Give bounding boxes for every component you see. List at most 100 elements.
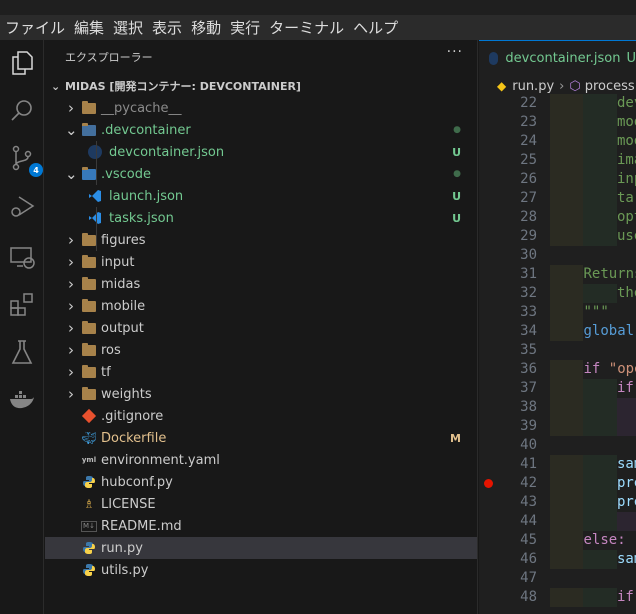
chevron-down-icon[interactable]: ⌄ xyxy=(65,121,78,139)
tree-file[interactable]: run.py xyxy=(45,537,477,559)
folder-icon xyxy=(81,254,97,269)
tree-file[interactable]: 🐳︎ Dockerfile M xyxy=(45,427,477,449)
indent-highlight xyxy=(550,322,583,341)
remote-explorer-icon[interactable] xyxy=(7,243,37,273)
menu-item[interactable]: 表示 xyxy=(152,17,182,38)
more-actions-icon[interactable]: ··· xyxy=(447,44,463,60)
line-number: 45 xyxy=(520,532,537,548)
tree-folder[interactable]: › output xyxy=(45,317,477,339)
tree-folder[interactable]: › weights xyxy=(45,383,477,405)
tree-item-label: output xyxy=(101,320,144,336)
tree-folder[interactable]: › tf xyxy=(45,361,477,383)
chevron-right-icon[interactable]: › xyxy=(65,253,77,271)
menu-item[interactable]: 移動 xyxy=(191,17,221,38)
tree-file[interactable]: tasks.json U xyxy=(45,207,477,229)
chevron-right-icon[interactable]: › xyxy=(65,385,77,403)
chevron-right-icon[interactable]: › xyxy=(65,341,77,359)
indent-highlight xyxy=(550,94,583,113)
tree-file[interactable]: yml environment.yaml xyxy=(45,449,477,471)
folder-icon xyxy=(81,320,97,335)
line-number: 48 xyxy=(520,589,537,605)
tree-file[interactable]: .gitignore xyxy=(45,405,477,427)
tree-folder[interactable]: › midas xyxy=(45,273,477,295)
chevron-down-icon[interactable]: ⌄ xyxy=(65,165,78,183)
line-number: 28 xyxy=(520,209,537,225)
source-control-icon[interactable]: 4 xyxy=(7,143,43,177)
chevron-right-icon[interactable]: › xyxy=(65,319,77,337)
indent-highlight xyxy=(583,113,617,132)
chevron-right-icon[interactable]: › xyxy=(65,231,77,249)
indent-highlight xyxy=(550,398,583,417)
workspace-root[interactable]: ⌄ MIDAS [開発コンテナー: DEVCONTAINER] xyxy=(45,75,477,97)
indent-highlight xyxy=(550,379,583,398)
tree-folder[interactable]: › mobile xyxy=(45,295,477,317)
menu-item[interactable]: ファイル xyxy=(5,17,65,38)
workspace-root-label: MIDAS [開発コンテナー: DEVCONTAINER] xyxy=(65,80,301,93)
line-number: 44 xyxy=(520,513,537,529)
breadcrumb-file[interactable]: run.py xyxy=(512,79,554,94)
tree-folder[interactable]: ⌄ .vscode ● xyxy=(45,163,477,185)
line-number: 38 xyxy=(520,399,537,415)
menu-item[interactable]: ターミナル xyxy=(269,17,344,38)
code-line: 46 sam xyxy=(479,550,636,569)
folder-icon xyxy=(81,298,97,313)
docker-icon[interactable] xyxy=(7,385,37,415)
code-line: 25 ima xyxy=(479,151,636,170)
code-line: 43 pre xyxy=(479,493,636,512)
breadcrumb-symbol[interactable]: process xyxy=(585,79,635,94)
line-number: 47 xyxy=(520,570,537,586)
chevron-right-icon[interactable]: › xyxy=(65,275,77,293)
chevron-right-icon[interactable]: › xyxy=(65,297,77,315)
code-text: """ xyxy=(583,304,609,320)
menu-item[interactable]: 実行 xyxy=(230,17,260,38)
indent-highlight xyxy=(550,550,583,569)
tree-file[interactable]: launch.json U xyxy=(45,185,477,207)
tree-item-label: environment.yaml xyxy=(101,452,220,468)
tree-item-label: hubconf.py xyxy=(101,474,173,490)
menu-item[interactable]: 編集 xyxy=(74,17,104,38)
python-icon xyxy=(81,475,97,489)
indent-highlight xyxy=(550,284,583,303)
chevron-right-icon[interactable]: › xyxy=(65,99,77,117)
indent-highlight xyxy=(617,512,636,531)
folder-icon xyxy=(81,386,97,401)
explorer-icon[interactable] xyxy=(7,48,37,78)
code-line: 22 dev xyxy=(479,94,636,113)
code-text: opt xyxy=(617,209,636,225)
code-line: 47 xyxy=(479,569,636,588)
tree-file[interactable]: utils.py xyxy=(45,559,477,581)
indent-highlight xyxy=(550,493,583,512)
run-debug-icon[interactable] xyxy=(7,192,37,222)
code-line: 23 mod xyxy=(479,113,636,132)
tree-folder[interactable]: › ros xyxy=(45,339,477,361)
devcontainer-folder-icon xyxy=(81,122,97,137)
line-number: 40 xyxy=(520,437,537,453)
code-line: 32 the xyxy=(479,284,636,303)
python-icon xyxy=(81,563,97,577)
tree-file[interactable]: ♗ LICENSE xyxy=(45,493,477,515)
tree-item-label: .gitignore xyxy=(101,408,164,424)
tree-folder[interactable]: › input xyxy=(45,251,477,273)
tree-file[interactable]: M↓ README.md xyxy=(45,515,477,537)
tree-item-label: utils.py xyxy=(101,562,149,578)
menu-bar: ファイル 編集 選択 表示 移動 実行 ターミナル ヘルプ xyxy=(0,15,636,40)
tree-file[interactable]: devcontainer.json U xyxy=(45,141,477,163)
line-number: 32 xyxy=(520,285,537,301)
menu-item[interactable]: 選択 xyxy=(113,17,143,38)
code-line: 44 xyxy=(479,512,636,531)
search-icon[interactable] xyxy=(7,95,37,125)
code-line: 45 else: xyxy=(479,531,636,550)
tree-folder[interactable]: › figures xyxy=(45,229,477,251)
extensions-icon[interactable] xyxy=(7,290,37,320)
chevron-right-icon[interactable]: › xyxy=(65,363,77,381)
indent-guide xyxy=(96,207,97,251)
tree-folder[interactable]: › __pycache__ xyxy=(45,97,477,119)
tab-devcontainer-json[interactable]: devcontainer.json U xyxy=(479,40,636,75)
tree-file[interactable]: hubconf.py xyxy=(45,471,477,493)
tree-item-label: tasks.json xyxy=(109,210,174,226)
tree-folder[interactable]: ⌄ .devcontainer ● xyxy=(45,119,477,141)
code-text: ima xyxy=(617,152,636,168)
testing-icon[interactable] xyxy=(7,337,37,367)
indent-highlight xyxy=(583,94,617,113)
menu-item[interactable]: ヘルプ xyxy=(353,17,398,38)
